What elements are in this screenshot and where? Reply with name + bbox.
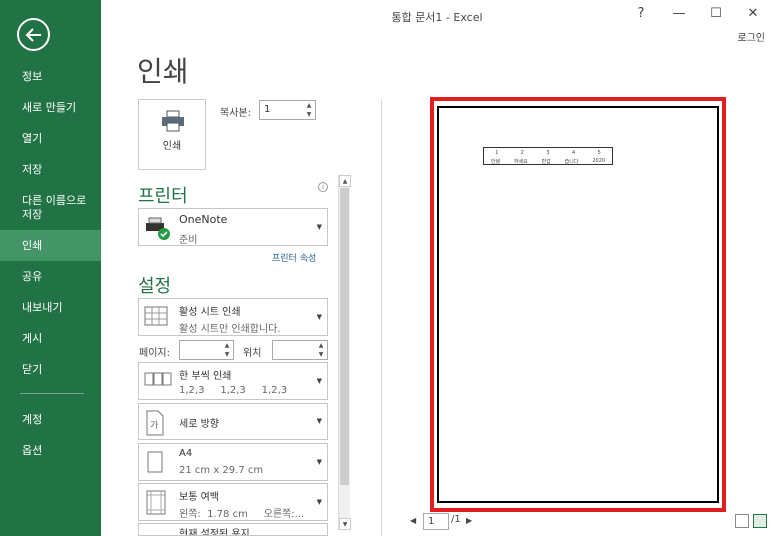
margins-dropdown[interactable]: 보통 여백 왼쪽: 1.78 cm 오른쪽:... ▼ (138, 483, 328, 521)
preview-cell: 3 (546, 150, 550, 156)
orientation-title: 세로 방향 (179, 419, 219, 430)
chevron-down-icon: ▼ (316, 498, 322, 506)
back-arrow-icon[interactable] (17, 18, 50, 51)
preview-cell: 1 (495, 150, 499, 156)
print-preview-page (437, 106, 719, 503)
scroll-down-icon[interactable]: ▼ (339, 518, 351, 530)
preview-cell: 반갑 (541, 159, 551, 165)
settings-scrollbar[interactable]: ▲ ▼ (338, 175, 351, 530)
scroll-up-icon[interactable]: ▲ (339, 175, 351, 187)
pages-from-spinner[interactable]: ▲ ▼ (221, 341, 233, 359)
preview-cell: 하세요 (513, 159, 528, 165)
panel-divider (381, 100, 382, 536)
sidebar-item-open[interactable]: 열기 (0, 132, 101, 146)
sidebar-item-info[interactable]: 정보 (0, 70, 101, 84)
chevron-down-icon: ▼ (316, 458, 322, 466)
chevron-down-icon: ▼ (316, 313, 322, 321)
preview-cell: 2020 (592, 158, 606, 164)
pages-to-input[interactable]: ▲ ▼ (272, 340, 328, 360)
preview-cell: 안녕 (490, 159, 501, 165)
paper-sub: 21 cm x 29.7 cm (179, 465, 264, 476)
print-button-label: 인쇄 (162, 141, 182, 152)
printer-status: 준비 (179, 235, 198, 246)
maximize-button[interactable]: ☐ (706, 6, 726, 21)
chevron-down-icon: ▼ (316, 417, 322, 425)
paper-title: A4 (179, 448, 193, 459)
sidebar-item-export[interactable]: 내보내기 (0, 301, 101, 315)
margins-sub: 왼쪽: 1.78 cm 오른쪽:... (179, 509, 305, 520)
collate-title: 한 부씩 인쇄 (179, 371, 232, 382)
printer-properties-link[interactable]: 프린터 속성 (272, 251, 316, 264)
print-what-sub: 활성 시트만 인쇄합니다. (179, 324, 281, 335)
copies-value: 1 (264, 104, 271, 115)
svg-text:가: 가 (150, 420, 158, 431)
printer-heading: 프린터 (138, 186, 188, 207)
preview-cell: 습니다 (564, 159, 579, 165)
scaling-title: 현재 설정된 용지 (179, 529, 250, 536)
next-page-icon[interactable]: ▶ (466, 516, 472, 525)
scaling-dropdown[interactable]: 현재 설정된 용지 (138, 523, 328, 536)
sidebar-item-save[interactable]: 저장 (0, 163, 101, 177)
preview-table: 1 2 3 4 5 안녕 하세요 반갑 습니다 2020 (483, 147, 613, 165)
preview-cell: 4 (571, 150, 576, 156)
collate-icon (144, 372, 172, 386)
printer-dropdown[interactable]: OneNote 준비 ▼ (138, 208, 328, 246)
margins-icon (146, 490, 166, 515)
margins-title: 보통 여백 (179, 492, 219, 503)
printer-ready-icon (146, 217, 170, 240)
paper-size-dropdown[interactable]: A4 21 cm x 29.7 cm ▼ (138, 443, 328, 481)
pages-label: 페이지: (139, 348, 170, 359)
show-margins-icon[interactable] (735, 514, 749, 528)
sidebar-item-close[interactable]: 닫기 (0, 363, 101, 377)
settings-heading: 설정 (138, 276, 172, 297)
print-what-dropdown[interactable]: 활성 시트 인쇄 활성 시트만 인쇄합니다. ▼ (138, 298, 328, 336)
minimize-button[interactable]: — (669, 6, 689, 21)
sidebar-item-print[interactable]: 인쇄 (0, 230, 101, 261)
copies-input[interactable]: 1 ▲ ▼ (259, 100, 316, 120)
page-total: /1 (451, 514, 461, 525)
sidebar-item-options[interactable]: 옵션 (0, 444, 101, 458)
collate-dropdown[interactable]: 한 부씩 인쇄 1,2,3 1,2,3 1,2,3 ▼ (138, 362, 328, 400)
sidebar-item-save-as[interactable]: 다른 이름으로 저장 (0, 194, 101, 222)
print-button[interactable]: 인쇄 (138, 99, 206, 170)
copies-label: 복사본: (220, 108, 251, 119)
prev-page-icon[interactable]: ◀ (410, 516, 416, 525)
page-title: 인쇄 (137, 55, 189, 88)
sidebar-item-account[interactable]: 계정 (0, 413, 101, 427)
paper-icon (147, 451, 163, 473)
login-link[interactable]: 로그인 (737, 29, 765, 44)
printer-name: OneNote (179, 213, 228, 226)
print-what-title: 활성 시트 인쇄 (179, 307, 241, 318)
collate-sub: 1,2,3 1,2,3 1,2,3 (179, 385, 288, 396)
portrait-icon: 가 (146, 410, 164, 436)
orientation-dropdown[interactable]: 가 세로 방향 ▼ (138, 403, 328, 440)
printer-icon (162, 110, 184, 132)
info-icon[interactable]: i (318, 182, 328, 192)
sheet-grid-icon (144, 306, 168, 326)
sidebar-item-publish[interactable]: 게시 (0, 332, 101, 346)
page-number-input[interactable]: 1 (423, 513, 449, 530)
sidebar-divider (20, 393, 84, 394)
help-button[interactable]: ? (631, 6, 651, 21)
sidebar-item-share[interactable]: 공유 (0, 270, 101, 284)
pages-to-label: 위치 (243, 348, 262, 359)
zoom-to-page-icon[interactable] (753, 514, 767, 528)
preview-row-2: 안녕 하세요 반갑 습니다 2020 (484, 158, 612, 165)
chevron-down-icon: ▼ (316, 223, 322, 231)
backstage-sidebar: 정보 새로 만들기 열기 저장 다른 이름으로 저장 인쇄 공유 내보내기 게시… (0, 0, 101, 536)
pages-from-input[interactable]: ▲ ▼ (179, 340, 234, 360)
copies-spinner[interactable]: ▲ ▼ (303, 101, 315, 119)
scroll-thumb[interactable] (340, 188, 349, 485)
preview-cell: 5 (597, 150, 601, 156)
close-button[interactable]: ✕ (743, 6, 763, 21)
preview-row-1: 1 2 3 4 5 (484, 150, 612, 156)
preview-cell: 2 (520, 150, 524, 156)
chevron-down-icon: ▼ (316, 377, 322, 385)
pages-to-spinner[interactable]: ▲ ▼ (315, 341, 327, 359)
sidebar-item-new[interactable]: 새로 만들기 (0, 101, 101, 115)
